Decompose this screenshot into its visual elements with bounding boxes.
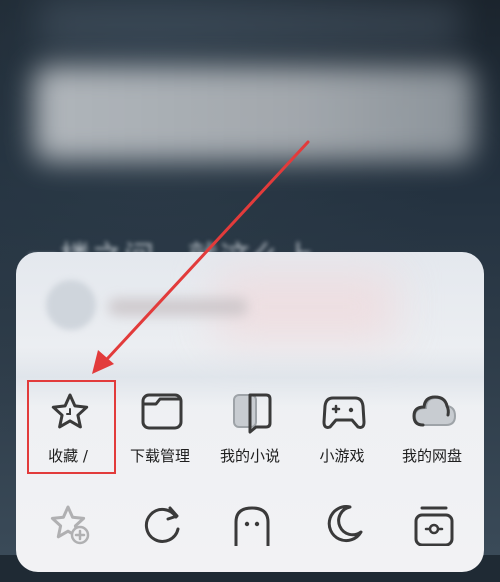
- blurred-content-card: [34, 66, 474, 161]
- menu-item-refresh[interactable]: [114, 496, 206, 582]
- star-icon: [48, 390, 92, 434]
- gamepad-icon: [322, 390, 366, 434]
- menu-item-toolbox[interactable]: [386, 496, 478, 582]
- menu-item-cloud-drive[interactable]: 我的网盘: [386, 384, 478, 470]
- cloud-icon: [412, 390, 457, 434]
- menu-item-add-bookmark[interactable]: [22, 496, 114, 582]
- menu-item-label: 小游戏: [319, 447, 365, 465]
- ghost-icon: [230, 502, 274, 548]
- toolbox-icon: [412, 502, 456, 547]
- menu-item-night-mode[interactable]: [296, 496, 388, 582]
- refresh-icon: [140, 502, 184, 546]
- blurred-header-shape: [40, 0, 460, 50]
- menu-item-label: 我的小说: [219, 447, 280, 465]
- add-bookmark-icon: [48, 502, 92, 546]
- avatar[interactable]: [46, 280, 96, 330]
- moon-icon: [322, 502, 366, 546]
- menu-item-label: 收藏 /: [48, 447, 88, 465]
- menu-item-favorites[interactable]: 收藏 /: [22, 384, 114, 470]
- menu-item-minigames[interactable]: 小游戏: [296, 384, 388, 470]
- menu-item-label: 下载管理: [129, 447, 190, 465]
- menu-item-downloads[interactable]: 下载管理: [114, 384, 206, 470]
- book-icon: [230, 390, 274, 434]
- folder-icon: [140, 390, 184, 434]
- blurred-username: [108, 298, 248, 316]
- menu-item-label: 我的网盘: [401, 447, 462, 465]
- menu-item-novels[interactable]: 我的小说: [204, 384, 296, 470]
- menu-item-ghost-mode[interactable]: [204, 496, 296, 582]
